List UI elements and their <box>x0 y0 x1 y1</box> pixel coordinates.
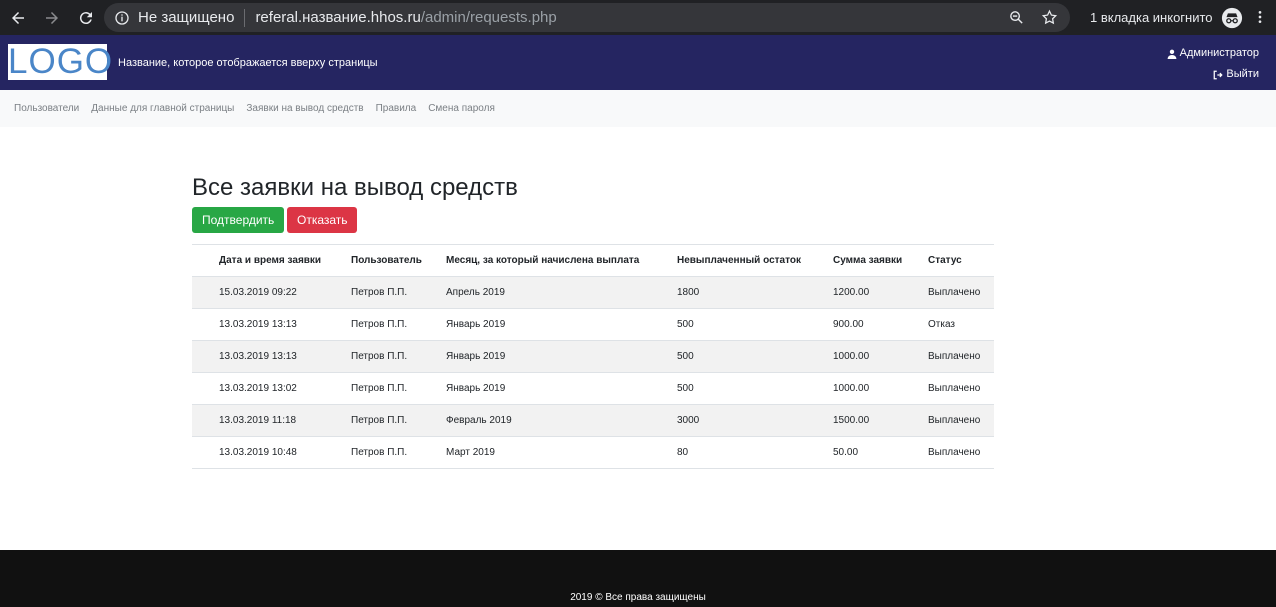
row-select-cell[interactable] <box>192 372 219 405</box>
site-header: LOGO Название, которое отображается ввер… <box>0 35 1276 90</box>
cell-month: Февраль 2019 <box>446 404 677 437</box>
cell-user: Петров П.П. <box>351 308 446 341</box>
zoom-icon[interactable] <box>1008 9 1025 26</box>
table-header-row: Дата и время заявки Пользователь Месяц, … <box>192 244 994 277</box>
cell-date: 13.03.2019 13:13 <box>219 308 351 341</box>
cell-status: Выплачено <box>928 340 994 373</box>
cell-month: Апрель 2019 <box>446 276 677 309</box>
cell-date: 13.03.2019 10:48 <box>219 436 351 469</box>
row-select-cell[interactable] <box>192 276 219 309</box>
main-content: Все заявки на вывод средств Подтвердить … <box>192 170 994 469</box>
row-select-cell[interactable] <box>192 404 219 437</box>
cell-amount: 1500.00 <box>833 404 928 437</box>
menu-dots-icon[interactable] <box>1252 9 1268 25</box>
header-date[interactable]: Дата и время заявки <box>219 244 351 277</box>
reject-button[interactable]: Отказать <box>287 207 357 233</box>
browser-toolbar: Не защищено referal.название.hhos.ru/adm… <box>0 0 1276 35</box>
copyright-text: 2019 © Все права защищены <box>570 592 706 603</box>
cell-date: 13.03.2019 11:18 <box>219 404 351 437</box>
table-row[interactable]: 13.03.2019 11:18 Петров П.П. Февраль 201… <box>192 404 994 437</box>
cell-balance: 500 <box>677 340 833 373</box>
back-icon[interactable] <box>8 8 28 28</box>
cell-amount: 1200.00 <box>833 276 928 309</box>
user-links: Администратор Выйти <box>1167 43 1259 85</box>
header-month[interactable]: Месяц, за который начислена выплата <box>446 244 677 277</box>
nav-item-rules[interactable]: Правила <box>376 103 417 114</box>
logout-link[interactable]: Выйти <box>1167 64 1259 85</box>
cell-amount: 900.00 <box>833 308 928 341</box>
table-row[interactable]: 15.03.2019 09:22 Петров П.П. Апрель 2019… <box>192 276 994 309</box>
requests-table: Дата и время заявки Пользователь Месяц, … <box>192 244 994 469</box>
incognito-indicator[interactable]: 1 вкладка инкогнито <box>1090 0 1243 35</box>
header-amount[interactable]: Сумма заявки <box>833 244 928 277</box>
url-host: referal.название.hhos.ru <box>255 9 421 26</box>
cell-user: Петров П.П. <box>351 436 446 469</box>
cell-date: 13.03.2019 13:13 <box>219 340 351 373</box>
security-label: Не защищено <box>138 9 235 26</box>
nav-item-withdraw-requests[interactable]: Заявки на вывод средств <box>246 103 363 114</box>
cell-status: Выплачено <box>928 404 994 437</box>
cell-user: Петров П.П. <box>351 372 446 405</box>
cell-amount: 1000.00 <box>833 372 928 405</box>
cell-user: Петров П.П. <box>351 404 446 437</box>
cell-balance: 3000 <box>677 404 833 437</box>
cell-month: Январь 2019 <box>446 308 677 341</box>
logout-label: Выйти <box>1226 68 1259 80</box>
cell-month: Март 2019 <box>446 436 677 469</box>
confirm-button[interactable]: Подтвердить <box>192 207 284 233</box>
table-row[interactable]: 13.03.2019 13:13 Петров П.П. Январь 2019… <box>192 308 994 341</box>
cell-balance: 1800 <box>677 276 833 309</box>
cell-user: Петров П.П. <box>351 276 446 309</box>
cell-status: Отказ <box>928 308 994 341</box>
site-footer: 2019 © Все права защищены <box>0 550 1276 607</box>
cell-user: Петров П.П. <box>351 340 446 373</box>
row-select-cell[interactable] <box>192 308 219 341</box>
cell-balance: 80 <box>677 436 833 469</box>
page-title: Все заявки на вывод средств <box>192 174 518 201</box>
nav-item-change-password[interactable]: Смена пароля <box>428 103 495 114</box>
admin-nav: Пользователи Данные для главной страницы… <box>0 90 1276 127</box>
cell-balance: 500 <box>677 372 833 405</box>
cell-status: Выплачено <box>928 276 994 309</box>
row-select-cell[interactable] <box>192 340 219 373</box>
cell-date: 13.03.2019 13:02 <box>219 372 351 405</box>
cell-balance: 500 <box>677 308 833 341</box>
row-select-cell[interactable] <box>192 436 219 469</box>
user-icon <box>1167 49 1176 59</box>
divider <box>244 8 246 27</box>
header-status[interactable]: Статус <box>928 244 994 277</box>
cell-status: Выплачено <box>928 436 994 469</box>
header-balance[interactable]: Невыплаченный остаток <box>677 244 833 277</box>
nav-item-users[interactable]: Пользователи <box>14 103 79 114</box>
header-select-cell <box>192 244 219 277</box>
info-icon[interactable] <box>114 10 130 26</box>
incognito-icon <box>1221 7 1242 28</box>
reload-icon[interactable] <box>76 8 96 28</box>
admin-label: Администратор <box>1179 47 1259 59</box>
admin-link[interactable]: Администратор <box>1167 43 1259 64</box>
address-bar[interactable]: Не защищено referal.название.hhos.ru/adm… <box>104 3 1070 32</box>
cell-status: Выплачено <box>928 372 994 405</box>
cell-month: Январь 2019 <box>446 372 677 405</box>
site-title: Название, которое отображается вверху ст… <box>118 57 378 69</box>
incognito-label: 1 вкладка инкогнито <box>1090 10 1213 25</box>
cell-amount: 50.00 <box>833 436 928 469</box>
table-row[interactable]: 13.03.2019 10:48 Петров П.П. Март 2019 8… <box>192 436 994 469</box>
logo[interactable]: LOGO <box>8 44 112 80</box>
cell-month: Январь 2019 <box>446 340 677 373</box>
url-path: /admin/requests.php <box>420 9 557 26</box>
forward-icon[interactable] <box>42 8 62 28</box>
url-text[interactable]: referal.название.hhos.ru/admin/requests.… <box>255 9 556 26</box>
nav-item-home-data[interactable]: Данные для главной страницы <box>91 103 234 114</box>
logout-icon <box>1214 70 1224 79</box>
action-buttons: Подтвердить Отказать <box>192 207 994 233</box>
header-user[interactable]: Пользователь <box>351 244 446 277</box>
table-row[interactable]: 13.03.2019 13:13 Петров П.П. Январь 2019… <box>192 340 994 373</box>
table-row[interactable]: 13.03.2019 13:02 Петров П.П. Январь 2019… <box>192 372 994 405</box>
star-icon[interactable] <box>1041 9 1058 26</box>
cell-date: 15.03.2019 09:22 <box>219 276 351 309</box>
cell-amount: 1000.00 <box>833 340 928 373</box>
